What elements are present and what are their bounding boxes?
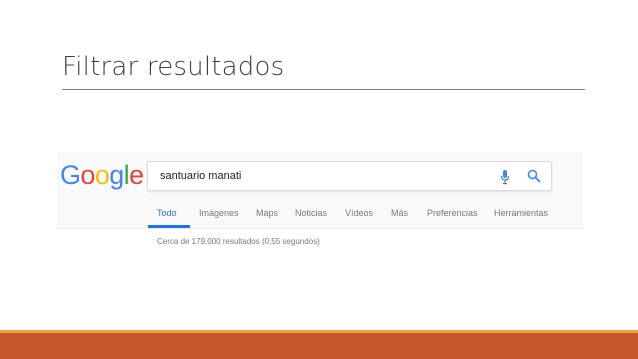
- tab-herramientas[interactable]: Herramientas: [494, 208, 548, 218]
- search-icon[interactable]: [527, 169, 541, 183]
- tab-noticias[interactable]: Noticias: [295, 208, 327, 218]
- logo-letter: G: [60, 160, 81, 190]
- search-query: santuario manati: [160, 170, 242, 182]
- title-divider: [62, 89, 585, 90]
- google-search-screenshot: Google santuario manati Todo Imágenes Ma…: [57, 152, 583, 250]
- search-input[interactable]: santuario manati: [147, 161, 552, 191]
- slide-title: Filtrar resultados: [62, 52, 285, 82]
- header-divider: [57, 228, 583, 229]
- tab-imagenes[interactable]: Imágenes: [199, 208, 239, 218]
- results-stats: Cerca de 179.000 resultados (0,55 segund…: [157, 237, 320, 246]
- logo-letter: g: [109, 160, 124, 190]
- google-logo[interactable]: Google: [60, 162, 144, 189]
- tab-todo[interactable]: Todo: [157, 208, 177, 218]
- search-tabs: Todo Imágenes Maps Noticias Vídeos Más P…: [57, 208, 583, 228]
- logo-letter: e: [129, 160, 144, 190]
- logo-letter: o: [80, 160, 95, 190]
- tab-maps[interactable]: Maps: [256, 208, 278, 218]
- microphone-icon[interactable]: [500, 169, 510, 185]
- footer-band: [0, 333, 638, 359]
- tab-mas[interactable]: Más: [391, 208, 408, 218]
- tab-preferencias[interactable]: Preferencias: [427, 208, 478, 218]
- tab-videos[interactable]: Vídeos: [345, 208, 373, 218]
- logo-letter: o: [94, 160, 110, 190]
